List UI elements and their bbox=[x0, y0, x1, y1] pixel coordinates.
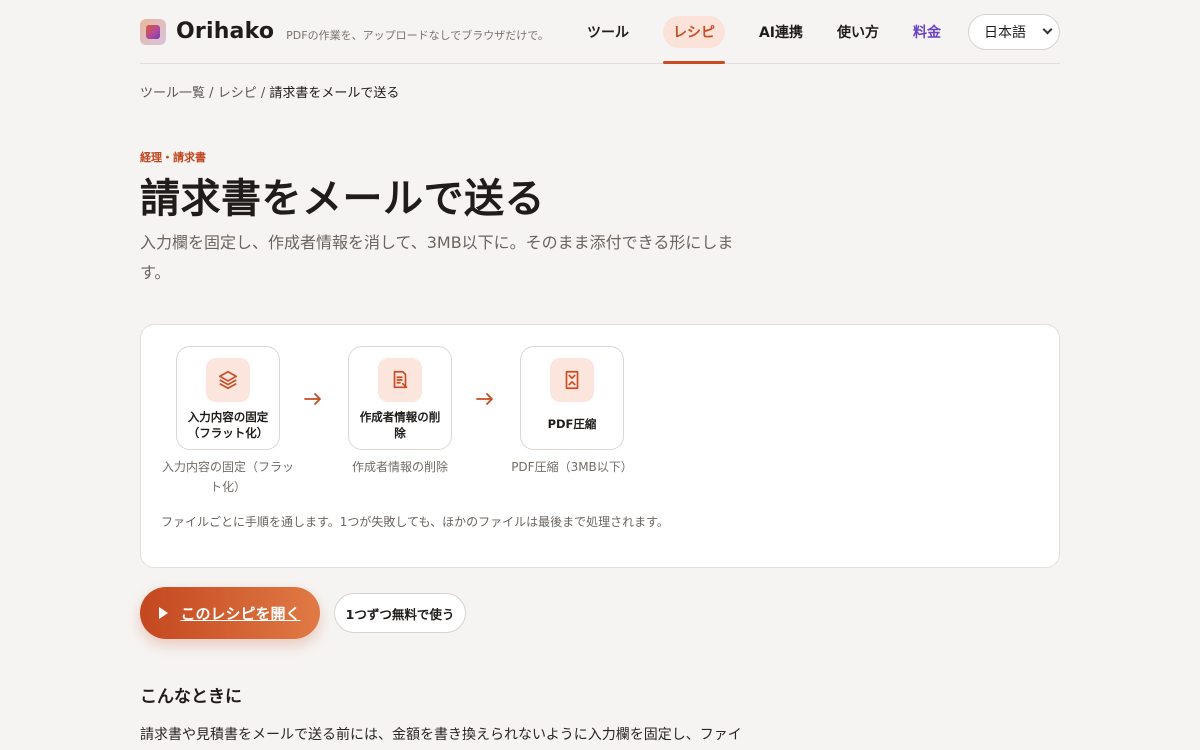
flow-step-caption: 入力内容の固定（フラット化） bbox=[161, 460, 294, 494]
open-recipe-label: このレシピを開く bbox=[180, 604, 301, 623]
nav-tools-label: ツール bbox=[586, 24, 629, 41]
arrow-right-icon bbox=[476, 393, 493, 405]
nav-pricing[interactable]: 料金 bbox=[900, 0, 954, 64]
language-value: 日本語 bbox=[984, 24, 1026, 41]
page-container: Orihako PDFの作業を、アップロードなしでブラウザだけで。 ツール レシ… bbox=[140, 0, 1060, 743]
nav-howto[interactable]: 使い方 bbox=[824, 0, 892, 64]
brand-name[interactable]: Orihako bbox=[176, 19, 274, 44]
flow-step-caption: 作成者情報の削除 bbox=[351, 460, 448, 474]
flow-step-compress: PDF圧縮 bbox=[520, 346, 624, 450]
category-label: 経理・請求書 bbox=[140, 151, 206, 164]
breadcrumb: ツール一覧 / レシピ / 請求書をメールで送る bbox=[140, 82, 399, 101]
section-heading: こんなときに bbox=[140, 687, 242, 707]
brand-tagline: PDFの作業を、アップロードなしでブラウザだけで。 bbox=[286, 28, 549, 42]
flow-note: ファイルごとに手順を通します。1つが失敗しても、ほかのファイルは最後まで処理され… bbox=[161, 515, 669, 529]
nav-howto-label: 使い方 bbox=[837, 24, 879, 41]
nav-recipes[interactable]: レシピ bbox=[650, 0, 738, 64]
open-recipe-button[interactable]: このレシピを開く bbox=[140, 587, 320, 639]
recipe-flow-card: 入力内容の固定（フラット化） 作成者情報の削除 PDF圧縮 入力内容の固定（フラ… bbox=[140, 324, 1060, 568]
main-nav: ツール レシピ AI連携 使い方 料金 日本語 bbox=[570, 0, 1060, 64]
nav-ai[interactable]: AI連携 bbox=[746, 0, 816, 64]
arrow-right-icon bbox=[304, 393, 321, 405]
page-subtitle: 入力欄を固定し、作成者情報を消して、3MB以下に。そのまま添付できる形にします。 bbox=[140, 233, 734, 282]
document-edit-icon bbox=[378, 358, 422, 402]
chevron-down-icon bbox=[1042, 24, 1053, 35]
breadcrumb-separator: / bbox=[209, 86, 214, 101]
breadcrumb-separator: / bbox=[260, 86, 266, 101]
nav-ai-label: AI連携 bbox=[758, 24, 803, 41]
flow-step-title: PDF圧縮 bbox=[547, 417, 597, 431]
flow-step-flatten: 入力内容の固定（フラット化） bbox=[176, 346, 280, 450]
nav-tools[interactable]: ツール bbox=[574, 0, 642, 64]
site-header: Orihako PDFの作業を、アップロードなしでブラウザだけで。 ツール レシ… bbox=[140, 0, 1060, 64]
breadcrumb-recipes[interactable]: レシピ bbox=[218, 86, 257, 101]
breadcrumb-tools[interactable]: ツール一覧 bbox=[140, 86, 205, 101]
language-select[interactable]: 日本語 bbox=[968, 13, 1060, 50]
compress-icon bbox=[550, 358, 594, 402]
nav-pricing-label: 料金 bbox=[913, 24, 941, 41]
flow-step-caption: PDF圧縮（3MB以下） bbox=[511, 460, 633, 474]
page-title: 請求書をメールで送る bbox=[140, 176, 545, 222]
layers-icon bbox=[206, 358, 250, 402]
nav-recipes-label: レシピ bbox=[662, 15, 725, 48]
logo-mark bbox=[146, 24, 160, 39]
breadcrumb-current: 請求書をメールで送る bbox=[269, 86, 400, 101]
flow-step-title: 作成者情報の削除 bbox=[359, 410, 441, 440]
use-free-button[interactable]: 1つずつ無料で使う bbox=[334, 593, 466, 633]
play-icon bbox=[159, 607, 169, 619]
logo-icon[interactable] bbox=[140, 18, 166, 45]
section-text: 請求書や見積書をメールで送る前には、金額を書き換えられないように入力欄を固定し、… bbox=[140, 727, 740, 743]
flow-step-title: 入力内容の固定（フラット化） bbox=[187, 410, 269, 440]
flow-step-remove-author: 作成者情報の削除 bbox=[348, 346, 452, 450]
